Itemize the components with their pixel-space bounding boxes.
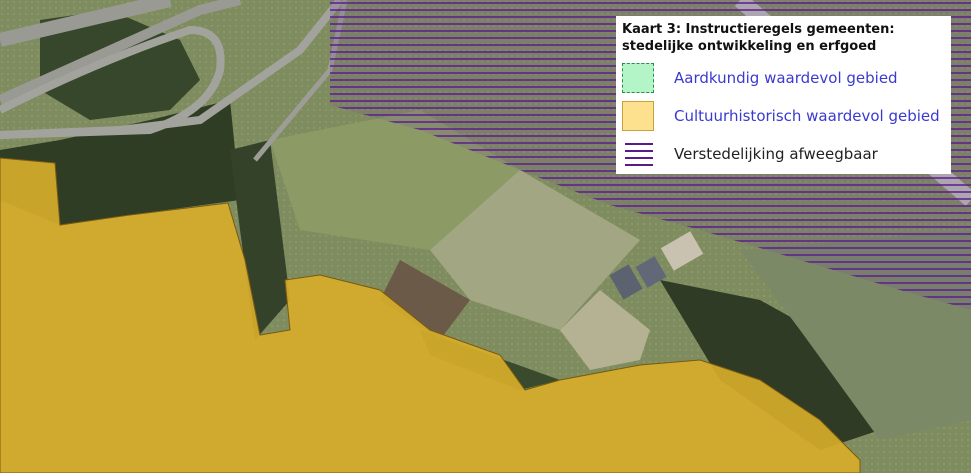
legend-title: Kaart 3: Instructieregels gemeenten: ste…	[622, 22, 895, 54]
legend-item-label[interactable]: Cultuurhistorisch waardevol gebied	[674, 107, 940, 125]
yellow-swatch-icon	[622, 101, 654, 131]
map-legend: Kaart 3: Instructieregels gemeenten: ste…	[616, 16, 951, 174]
legend-item-cultural-historical: Cultuurhistorisch waardevol gebied	[622, 97, 945, 135]
legend-item-label: Verstedelijking afweegbaar	[674, 145, 878, 163]
purple-lines-swatch-icon	[622, 139, 654, 169]
legend-item-label[interactable]: Aardkundig waardevol gebied	[674, 69, 898, 87]
legend-item-urbanization: Verstedelijking afweegbaar	[622, 135, 945, 173]
legend-item-geological: Aardkundig waardevol gebied	[622, 59, 945, 97]
green-dashed-swatch-icon	[622, 63, 654, 93]
map-view[interactable]: Kaart 3: Instructieregels gemeenten: ste…	[0, 0, 971, 473]
